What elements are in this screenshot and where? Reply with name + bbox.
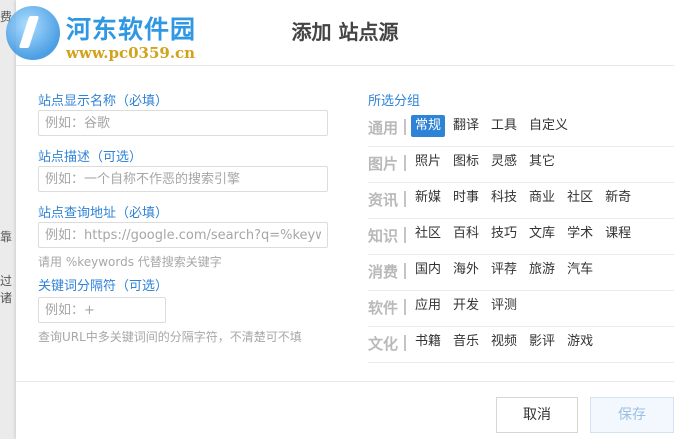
watermark-logo: 河东软件园 www.pc0359.cn [0,0,210,70]
background-text: 过诸 [0,274,13,305]
group-tag[interactable]: 影评 [525,331,559,353]
group-tag[interactable]: 评测 [487,295,521,317]
group-separator [404,263,406,279]
group-category: 图片 [368,155,399,173]
site-desc-label: 站点描述（可选） [38,150,143,165]
group-tag[interactable]: 时事 [449,187,483,209]
group-tag[interactable]: 技巧 [487,223,521,245]
group-tag[interactable]: 评荐 [487,259,521,281]
group-tag[interactable]: 文库 [525,223,559,245]
group-category: 文化 [368,335,399,353]
group-separator [404,227,406,243]
group-tag[interactable]: 新奇 [601,187,635,209]
group-items: 新媒 时事 科技 商业 社区 新奇 [411,187,639,209]
groups-title: 所选分组 [368,94,421,109]
site-desc-input[interactable] [38,166,328,192]
site-name-input[interactable] [38,110,328,136]
group-tag[interactable]: 音乐 [449,331,483,353]
logo-icon [6,6,60,60]
group-row: 软件 应用 开发 评测 [368,290,674,327]
separator-hint: 查询URL中多关键词间的分隔字符，不清楚可不填 [38,330,302,344]
footer-divider [16,381,674,382]
group-tag[interactable]: 社区 [563,187,597,209]
group-row: 图片 照片 图标 灵感 其它 [368,146,674,183]
group-tag[interactable]: 国内 [411,259,445,281]
group-tag[interactable]: 百科 [449,223,483,245]
logo-url: www.pc0359.cn [66,44,196,62]
group-row: 文化 书籍 音乐 视频 影评 游戏 [368,326,674,363]
group-tag[interactable]: 常规 [411,115,446,137]
group-separator [404,155,406,171]
group-tag[interactable]: 视频 [487,331,521,353]
group-row: 资讯 新媒 时事 科技 商业 社区 新奇 [368,182,674,219]
group-tag[interactable]: 海外 [449,259,483,281]
group-category: 通用 [368,119,399,137]
group-items: 书籍 音乐 视频 影评 游戏 [411,331,601,353]
group-tag[interactable]: 商业 [525,187,559,209]
site-name-label: 站点显示名称（必填） [38,94,169,109]
group-category: 消费 [368,263,399,281]
background-text: 靠 [0,230,13,244]
group-tag[interactable]: 应用 [411,295,445,317]
separator-input[interactable] [38,297,166,323]
group-items: 常规 翻译 工具 自定义 [411,115,576,137]
group-tag[interactable]: 其它 [525,151,559,173]
group-row: 通用 常规 翻译 工具 自定义 [368,110,674,147]
separator-label: 关键词分隔符（可选） [38,279,169,294]
site-url-input[interactable] [38,222,328,248]
group-tag[interactable]: 学术 [563,223,597,245]
group-category: 资讯 [368,191,399,209]
group-tag[interactable]: 书籍 [411,331,445,353]
site-url-hint: 请用 %keywords 代替搜索关键字 [38,255,222,269]
group-tag[interactable]: 开发 [449,295,483,317]
group-tag[interactable]: 灵感 [487,151,521,173]
group-tag[interactable]: 汽车 [563,259,597,281]
site-url-label: 站点查询地址（必填） [38,206,169,221]
group-separator [404,191,406,207]
group-tag[interactable]: 课程 [601,223,635,245]
group-category: 软件 [368,299,399,317]
group-tag[interactable]: 科技 [487,187,521,209]
group-separator [404,299,406,315]
group-items: 国内 海外 评荐 旅游 汽车 [411,259,601,281]
group-items: 社区 百科 技巧 文库 学术 课程 [411,223,639,245]
group-row: 消费 国内 海外 评荐 旅游 汽车 [368,254,674,291]
group-tag[interactable]: 翻译 [449,115,483,137]
save-button[interactable]: 保存 [590,397,674,433]
group-category: 知识 [368,227,399,245]
cancel-button[interactable]: 取消 [496,397,578,433]
group-tag[interactable]: 旅游 [525,259,559,281]
group-tag[interactable]: 新媒 [411,187,445,209]
group-tag[interactable]: 工具 [487,115,521,137]
group-tag[interactable]: 自定义 [525,115,572,137]
group-tag[interactable]: 照片 [411,151,445,173]
group-row: 知识 社区 百科 技巧 文库 学术 课程 [368,218,674,255]
group-tag[interactable]: 社区 [411,223,445,245]
group-separator [404,119,406,135]
logo-name: 河东软件园 [66,15,197,44]
group-items: 应用 开发 评测 [411,295,525,317]
group-tag[interactable]: 图标 [449,151,483,173]
group-items: 照片 图标 灵感 其它 [411,151,563,173]
group-tag[interactable]: 游戏 [563,331,597,353]
group-separator [404,335,406,351]
